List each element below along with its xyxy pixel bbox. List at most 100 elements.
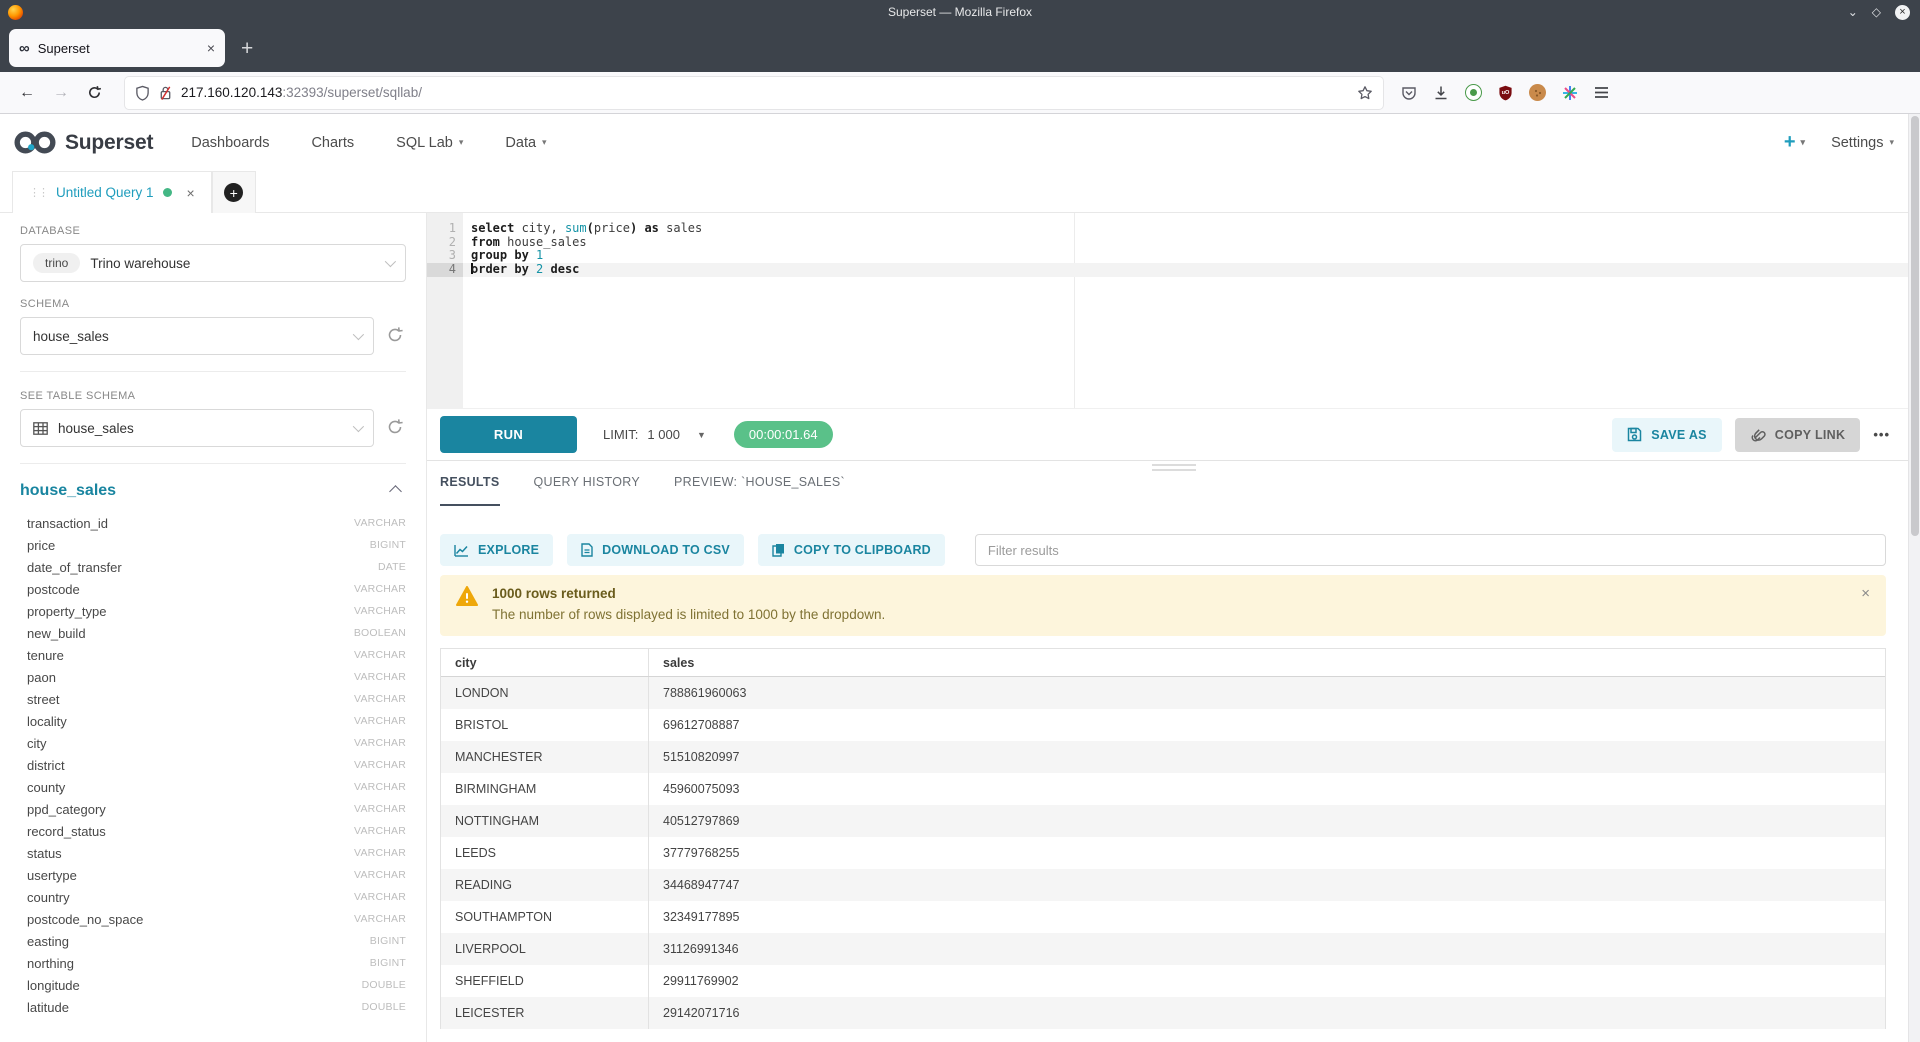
download-csv-button[interactable]: DOWNLOAD TO CSV [567,534,744,566]
close-window-icon[interactable]: × [1895,5,1910,20]
table-column-row[interactable]: transaction_id VARCHAR [20,512,406,534]
close-tab-icon[interactable]: × [207,40,215,56]
table-column-row[interactable]: new_build BOOLEAN [20,622,406,644]
table-column-row[interactable]: longitude DOUBLE [20,974,406,996]
query-tab[interactable]: ⋮⋮ Untitled Query 1 × [12,171,212,213]
explore-button[interactable]: EXPLORE [440,534,553,566]
table-row[interactable]: LEICESTER 29142071716 [441,997,1885,1029]
database-select[interactable]: trino Trino warehouse [20,244,406,282]
add-query-tab-zone[interactable]: + [212,171,256,213]
hamburger-menu-icon[interactable] [1594,86,1609,99]
table-row[interactable]: LIVERPOOL 31126991346 [441,933,1885,965]
table-column-row[interactable]: locality VARCHAR [20,710,406,732]
results-table-header: city sales [441,649,1885,677]
table-column-row[interactable]: county VARCHAR [20,776,406,798]
table-column-row[interactable]: latitude DOUBLE [20,996,406,1018]
table-column-row[interactable]: ppd_category VARCHAR [20,798,406,820]
sql-editor[interactable]: 1234 select city, sum(price) as salesfro… [427,213,1920,409]
lock-broken-icon[interactable] [158,85,173,101]
table-column-row[interactable]: easting BIGINT [20,930,406,952]
resize-handle-icon[interactable] [1152,464,1196,474]
settings-menu[interactable]: Settings▾ [1831,135,1894,151]
table-column-row[interactable]: city VARCHAR [20,732,406,754]
browser-tab[interactable]: ∞ Superset × [9,29,225,67]
editor-code[interactable]: select city, sum(price) as salesfrom hou… [463,213,1920,408]
copy-clipboard-button[interactable]: COPY TO CLIPBOARD [758,534,945,566]
drag-handle-icon[interactable]: ⋮⋮ [29,186,47,199]
close-query-tab-icon[interactable]: × [187,185,195,201]
bookmark-star-icon[interactable] [1357,85,1373,101]
privacy-badger-icon[interactable] [1465,84,1482,101]
url-bar[interactable]: 217.160.120.143:32393/superset/sqllab/ [125,77,1383,109]
table-column-row[interactable]: country VARCHAR [20,886,406,908]
pane-resize-divider[interactable] [427,460,1920,461]
table-column-row[interactable]: property_type VARCHAR [20,600,406,622]
table-column-row[interactable]: price BIGINT [20,534,406,556]
column-type: BIGINT [370,539,406,551]
download-icon[interactable] [1433,85,1449,101]
table-row[interactable]: BIRMINGHAM 45960075093 [441,773,1885,805]
svg-text:uO: uO [1502,89,1510,95]
page-scrollbar[interactable] [1908,114,1920,1042]
cell-sales: 31126991346 [649,933,1885,965]
new-tab-icon[interactable]: + [241,38,253,59]
nav-item[interactable]: SQL Lab ▾ [396,135,463,151]
refresh-schema-icon[interactable] [386,326,406,346]
superset-logo[interactable]: Superset [14,129,153,156]
run-button[interactable]: RUN [440,416,577,453]
table-column-row[interactable]: date_of_transfer DATE [20,556,406,578]
table-row[interactable]: LEEDS 37779768255 [441,837,1885,869]
table-row[interactable]: BRISTOL 69612708887 [441,709,1885,741]
save-as-button[interactable]: SAVE AS [1612,418,1722,452]
extension-asterisk-icon[interactable] [1562,85,1578,101]
table-select[interactable]: house_sales [20,409,374,447]
table-column-row[interactable]: postcode VARCHAR [20,578,406,600]
filter-results-input[interactable] [975,534,1886,566]
schema-select[interactable]: house_sales [20,317,374,355]
column-header-city[interactable]: city [441,649,649,676]
table-column-row[interactable]: paon VARCHAR [20,666,406,688]
column-header-sales[interactable]: sales [649,649,1885,676]
table-column-row[interactable]: status VARCHAR [20,842,406,864]
table-row[interactable]: READING 34468947747 [441,869,1885,901]
shield-icon[interactable] [135,85,150,101]
nav-item[interactable]: Charts ▾ [311,135,354,151]
reload-icon[interactable] [87,85,102,100]
add-new-button[interactable]: +▾ [1784,131,1805,154]
nav-item[interactable]: Dashboards ▾ [191,135,269,151]
ublock-icon[interactable]: uO [1498,85,1513,101]
table-row[interactable]: SHEFFIELD 29911769902 [441,965,1885,997]
table-column-row[interactable]: usertype VARCHAR [20,864,406,886]
table-row[interactable]: MANCHESTER 51510820997 [441,741,1885,773]
maximize-icon[interactable]: ◇ [1872,6,1881,18]
collapse-chevron-icon[interactable] [389,485,402,498]
nav-item[interactable]: Data ▾ [505,135,546,151]
table-column-row[interactable]: postcode_no_space VARCHAR [20,908,406,930]
table-column-row[interactable]: northing BIGINT [20,952,406,974]
table-column-row[interactable]: tenure VARCHAR [20,644,406,666]
back-icon[interactable]: ← [19,84,35,102]
table-column-row[interactable]: record_status VARCHAR [20,820,406,842]
cookie-icon[interactable] [1529,84,1546,101]
table-column-row[interactable]: district VARCHAR [20,754,406,776]
table-name-heading[interactable]: house_sales [20,482,116,500]
tab-results[interactable]: RESULTS [440,475,500,506]
forward-icon[interactable]: → [53,84,69,102]
query-tab-label: Untitled Query 1 [56,185,154,200]
limit-dropdown[interactable]: LIMIT: 1 000 ▼ [603,427,706,442]
brand-name: Superset [65,131,153,155]
table-column-row[interactable]: street VARCHAR [20,688,406,710]
pocket-icon[interactable] [1401,85,1417,101]
tab-preview[interactable]: PREVIEW: `HOUSE_SALES` [674,475,845,506]
tab-query-history[interactable]: QUERY HISTORY [534,475,640,506]
scrollbar-thumb[interactable] [1911,116,1919,536]
more-options-icon[interactable]: ••• [1873,427,1890,442]
table-row[interactable]: NOTTINGHAM 40512797869 [441,805,1885,837]
copy-link-button[interactable]: COPY LINK [1735,418,1861,452]
close-alert-icon[interactable]: × [1861,585,1870,602]
minimize-icon[interactable]: ⌄ [1848,6,1858,18]
table-row[interactable]: SOUTHAMPTON 32349177895 [441,901,1885,933]
refresh-table-icon[interactable] [386,418,406,438]
column-type: VARCHAR [354,869,406,881]
table-row[interactable]: LONDON 788861960063 [441,677,1885,709]
